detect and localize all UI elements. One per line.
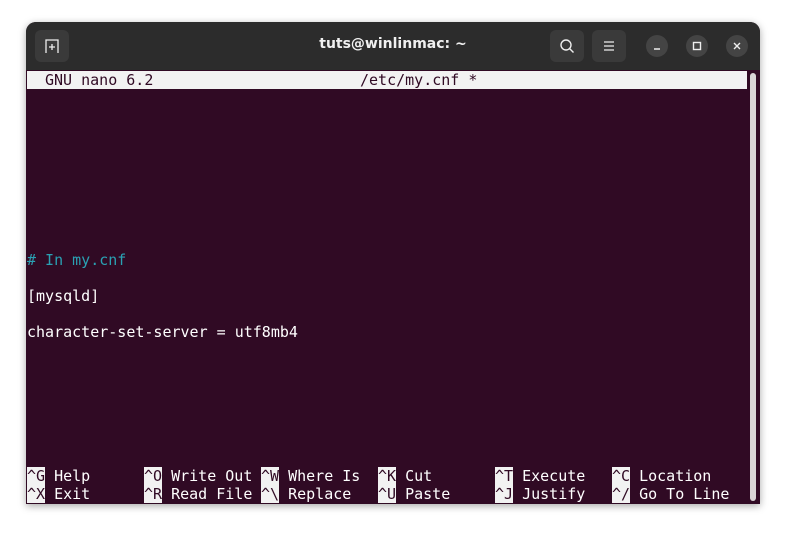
- terminal-window: tuts@winlinmac: ~ GNU nano 6.2 /etc/my.c…: [26, 22, 760, 504]
- shortcut-key: ^U: [378, 485, 397, 503]
- shortcut-justify[interactable]: ^J Justify: [495, 485, 585, 503]
- shortcut-label: Replace: [288, 485, 352, 503]
- shortcut-label: Help: [54, 467, 91, 485]
- shortcut-label: Cut: [405, 467, 433, 485]
- shortcut-read-file[interactable]: ^R Read File: [144, 485, 252, 503]
- shortcut-write-out[interactable]: ^O Write Out: [144, 467, 252, 485]
- shortcut-key: ^O: [144, 467, 163, 485]
- text-line: character-set-server = utf8mb4: [27, 323, 298, 341]
- minimize-button[interactable]: [646, 35, 668, 57]
- hamburger-menu-icon: [604, 41, 614, 51]
- maximize-button[interactable]: [686, 35, 708, 57]
- shortcut-key: ^W: [261, 467, 280, 485]
- shortcut-key: ^J: [495, 485, 514, 503]
- nano-editor[interactable]: GNU nano 6.2 /etc/my.cnf * # In my.cnf [m…: [26, 71, 747, 504]
- shortcut-label: Paste: [405, 485, 451, 503]
- shortcut-key: ^\: [261, 485, 280, 503]
- shortcut-key: ^X: [27, 485, 46, 503]
- shortcut-label: Execute: [522, 467, 586, 485]
- shortcut-key: ^K: [378, 467, 397, 485]
- nano-filename: /etc/my.cnf *: [360, 71, 478, 89]
- shortcut-replace[interactable]: ^\ Replace: [261, 485, 351, 503]
- shortcut-key: ^T: [495, 467, 514, 485]
- scrollbar[interactable]: [750, 73, 756, 501]
- maximize-icon: [692, 41, 702, 51]
- shortcut-paste[interactable]: ^U Paste: [378, 485, 450, 503]
- shortcut-execute[interactable]: ^T Execute: [495, 467, 585, 485]
- shortcut-key: ^/: [612, 485, 631, 503]
- shortcut-label: Read File: [171, 485, 253, 503]
- menu-button[interactable]: [592, 30, 626, 62]
- search-icon: [560, 39, 574, 53]
- shortcut-key: ^R: [144, 485, 163, 503]
- close-icon: [733, 42, 741, 50]
- shortcut-where-is[interactable]: ^W Where Is: [261, 467, 360, 485]
- shortcut-label: Where Is: [288, 467, 361, 485]
- shortcut-cut[interactable]: ^K Cut: [378, 467, 432, 485]
- shortcut-key: ^C: [612, 467, 631, 485]
- search-button[interactable]: [550, 30, 584, 62]
- shortcut-key: ^G: [27, 467, 46, 485]
- shortcut-go-to-line[interactable]: ^/ Go To Line: [612, 485, 729, 503]
- shortcut-label: Write Out: [171, 467, 253, 485]
- shortcut-location[interactable]: ^C Location: [612, 467, 711, 485]
- header-bar: tuts@winlinmac: ~: [26, 22, 760, 70]
- shortcut-label: Justify: [522, 485, 586, 503]
- shortcut-help[interactable]: ^G Help: [27, 467, 90, 485]
- shortcut-label: Exit: [54, 485, 91, 503]
- shortcut-label: Location: [639, 467, 712, 485]
- nano-version: GNU nano 6.2: [45, 71, 154, 89]
- text-line: [mysqld]: [27, 287, 100, 305]
- minimize-icon: [654, 48, 660, 50]
- shortcut-exit[interactable]: ^X Exit: [27, 485, 90, 503]
- comment-line: # In my.cnf: [27, 251, 127, 269]
- shortcut-label: Go To Line: [639, 485, 730, 503]
- nano-title-bar: GNU nano 6.2 /etc/my.cnf *: [27, 71, 747, 89]
- close-button[interactable]: [726, 35, 748, 57]
